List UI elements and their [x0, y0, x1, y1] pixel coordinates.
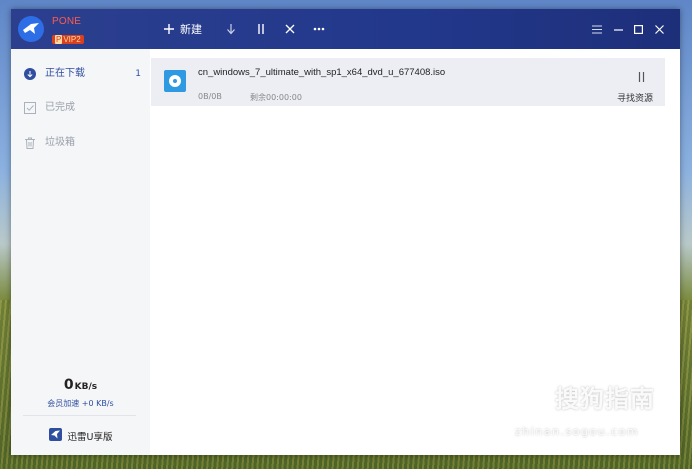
watermark-text: 搜狗指南 [555, 385, 655, 413]
row-pause-button[interactable] [637, 67, 646, 86]
trash-icon [24, 137, 36, 152]
title-bar: PONE P VIP2 新建 [11, 9, 680, 49]
window-close-icon [655, 24, 664, 34]
list-item[interactable]: cn_windows_7_ultimate_with_sp1_x64_dvd_u… [151, 58, 665, 106]
udisk-label: 迅雷U享版 [67, 431, 113, 443]
sidebar-divider [23, 415, 136, 416]
file-name: cn_windows_7_ultimate_with_sp1_x64_dvd_u… [198, 67, 446, 78]
pause-all-button[interactable] [256, 9, 266, 49]
watermark: 搜狗指南 zhinan.sogou.com [503, 373, 683, 447]
brand-name: PONE [52, 16, 82, 27]
udisk-icon [48, 426, 62, 445]
more-button[interactable] [313, 9, 325, 49]
sidebar-item-label: 已完成 [45, 102, 75, 113]
sidebar-item-completed[interactable]: 已完成 [11, 96, 150, 120]
download-speed: 0KB/s [11, 374, 150, 393]
pause-icon [638, 72, 645, 82]
menu-button[interactable] [592, 9, 602, 49]
vip-badge-label: VIP2 [63, 35, 81, 44]
downloading-count: 1 [135, 69, 141, 79]
sidebar-item-trash[interactable]: 垃圾箱 [11, 131, 150, 155]
download-circle-icon [24, 68, 36, 83]
vip-badge: P VIP2 [52, 35, 84, 44]
sogou-logo-icon [515, 379, 549, 413]
pause-icon [258, 24, 264, 34]
member-accel-link[interactable]: 会员加速 +0 KB/s [11, 398, 150, 409]
bird-logo-icon [18, 16, 44, 42]
brand: PONE P VIP2 [52, 16, 84, 46]
sidebar-item-label: 正在下载 [45, 68, 85, 79]
plus-icon [164, 24, 174, 34]
time-remaining: 剩余00:00:00 [250, 93, 302, 102]
find-resource-button[interactable]: 寻找资源 [617, 91, 653, 104]
minimize-button[interactable] [614, 9, 623, 49]
maximize-icon [634, 24, 643, 34]
progress-size: 0B/0B [198, 92, 222, 101]
delete-task-button[interactable] [285, 9, 295, 49]
more-icon [313, 27, 325, 31]
watermark-url: zhinan.sogou.com [515, 425, 640, 438]
sidebar: 正在下载 1 已完成 垃圾箱 0KB/s 会员加速 +0 KB/s 迅雷U享版 [11, 49, 150, 455]
new-task-button[interactable]: 新建 [164, 9, 202, 49]
speed-value: 0 [63, 377, 74, 393]
minimize-icon [614, 28, 623, 31]
start-download-button[interactable] [226, 9, 236, 49]
sidebar-item-downloading[interactable]: 正在下载 1 [11, 62, 150, 86]
sidebar-item-label: 垃圾箱 [45, 137, 75, 148]
menu-icon [592, 24, 602, 34]
close-x-icon [285, 24, 295, 34]
speed-unit: KB/s [74, 382, 98, 392]
maximize-button[interactable] [634, 9, 643, 49]
window-close-button[interactable] [655, 9, 664, 49]
udisk-edition-button[interactable]: 迅雷U享版 [11, 426, 150, 445]
new-task-label: 新建 [180, 23, 202, 36]
check-icon [24, 102, 36, 117]
download-arrow-icon [227, 23, 235, 34]
disc-file-icon [164, 70, 186, 92]
